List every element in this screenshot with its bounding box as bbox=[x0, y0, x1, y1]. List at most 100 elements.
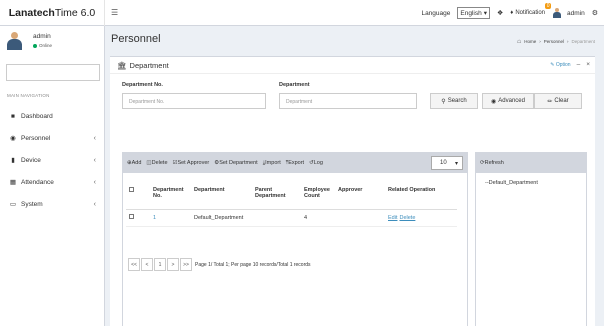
sidebar-item-system[interactable]: ▭ System ‹ bbox=[0, 194, 105, 214]
current-page-button[interactable]: 1 bbox=[154, 258, 166, 271]
select-all-checkbox[interactable] bbox=[129, 187, 134, 192]
dept-label: Department bbox=[279, 82, 310, 88]
clear-button[interactable]: ✏ Clear bbox=[534, 93, 582, 109]
breadcrumb-home[interactable]: Home bbox=[524, 39, 536, 45]
column-header: Related Operation bbox=[385, 184, 457, 210]
search-label: Search bbox=[447, 98, 467, 104]
dashboard-icon: ■ bbox=[11, 112, 15, 120]
department-tree-panel: ⟳Refresh --Default_Department bbox=[475, 152, 587, 326]
cell-count: 4 bbox=[301, 209, 335, 227]
delete-label: Delete bbox=[151, 160, 168, 166]
first-page-button[interactable]: << bbox=[128, 258, 140, 271]
page-size-select[interactable]: 10 ▾ bbox=[431, 156, 463, 170]
box-tools: ✎ Option – × bbox=[550, 61, 590, 68]
user-menu[interactable]: admin bbox=[552, 8, 585, 18]
eraser-icon: ✏ bbox=[547, 98, 553, 105]
app-logo[interactable]: Lanatech Time 6.0 bbox=[0, 0, 105, 26]
brand-name: Lanatech bbox=[8, 7, 55, 19]
edit-link[interactable]: Edit bbox=[388, 215, 397, 221]
table-row: 1 Default_Department 4 Edit Delete bbox=[126, 209, 457, 227]
search-icon: ⚲ bbox=[441, 98, 446, 105]
advanced-label: Advanced bbox=[498, 98, 525, 104]
delete-link[interactable]: Delete bbox=[399, 215, 415, 221]
set-approver-button[interactable]: ☑Set Approver bbox=[173, 160, 210, 166]
chevron-down-icon: ▾ bbox=[454, 160, 458, 167]
dept-no-input[interactable]: Department No. bbox=[122, 93, 266, 109]
column-header[interactable]: Approver bbox=[335, 184, 385, 210]
column-header[interactable]: Employee Count bbox=[301, 184, 335, 210]
breadcrumb: ☖ Home › Personnel › Department bbox=[517, 39, 595, 45]
add-button[interactable]: ⊕Add bbox=[127, 160, 141, 166]
export-button[interactable]: ⤒Export bbox=[286, 160, 304, 167]
select-all-checkbox-cell bbox=[126, 184, 150, 210]
sidebar-search-input[interactable] bbox=[6, 64, 100, 81]
wrench-icon: ✎ bbox=[550, 61, 555, 68]
sidebar-item-label: Dashboard bbox=[21, 112, 53, 120]
sidebar: admin Online MAIN NAVIGATION ■ Dashboard… bbox=[0, 26, 105, 326]
column-header[interactable]: Parent Department bbox=[252, 184, 301, 210]
menu-toggle-icon[interactable]: ☰ bbox=[111, 8, 118, 17]
online-dot-icon bbox=[33, 43, 37, 48]
option-button[interactable]: ✎ Option bbox=[550, 62, 570, 68]
row-checkbox[interactable] bbox=[129, 214, 134, 219]
grid-toolbar: ⊕Add ◫Delete ☑Set Approver ⚙Set Departme… bbox=[123, 153, 467, 173]
sidebar-item-device[interactable]: ▮ Device ‹ bbox=[0, 150, 105, 170]
user-panel: admin Online bbox=[6, 31, 52, 56]
user-name: admin bbox=[33, 33, 51, 40]
advanced-button[interactable]: ◉ Advanced bbox=[482, 93, 534, 109]
box-header: 🏛 Department bbox=[110, 57, 595, 74]
cell-approver bbox=[335, 209, 385, 227]
search-button[interactable]: ⚲ Search bbox=[430, 93, 478, 109]
sidebar-item-dashboard[interactable]: ■ Dashboard bbox=[0, 106, 105, 126]
sidebar-item-label: System bbox=[21, 200, 43, 208]
delete-button[interactable]: ◫Delete bbox=[146, 160, 167, 166]
import-button[interactable]: ⤓Import bbox=[263, 160, 281, 167]
last-page-button[interactable]: >> bbox=[180, 258, 192, 271]
settings-icon[interactable]: ⚙ bbox=[592, 9, 598, 17]
notification-badge: 0 bbox=[545, 3, 552, 9]
device-icon: ▮ bbox=[11, 157, 15, 164]
column-header[interactable]: Department No. bbox=[150, 184, 191, 210]
close-icon[interactable]: × bbox=[586, 61, 590, 68]
column-header[interactable]: Department bbox=[191, 184, 252, 210]
sidebar-item-personnel[interactable]: ◉ Personnel ‹ bbox=[0, 128, 105, 148]
chevron-left-icon: ‹ bbox=[93, 200, 96, 208]
sidebar-item-label: Attendance bbox=[21, 178, 54, 186]
page-size-value: 10 bbox=[440, 160, 447, 166]
cell-parent bbox=[252, 209, 301, 227]
prev-page-button[interactable]: < bbox=[141, 258, 153, 271]
user-status-text: Online bbox=[39, 43, 53, 48]
notification-button[interactable]: ♦ Notification 0 bbox=[510, 3, 552, 16]
chevron-left-icon: ‹ bbox=[93, 134, 96, 142]
cell-department: Default_Department bbox=[191, 209, 252, 227]
main-content: Personnel ☖ Home › Personnel › Departmen… bbox=[105, 26, 604, 326]
department-table: Department No. Department Parent Departm… bbox=[126, 184, 457, 227]
sidebar-item-attendance[interactable]: ▦ Attendance ‹ bbox=[0, 172, 105, 192]
dept-input[interactable]: Department bbox=[279, 93, 417, 109]
language-select[interactable]: English ▾ bbox=[457, 7, 490, 19]
top-navbar: Lanatech Time 6.0 ☰ Language English ▾ ❖ … bbox=[0, 0, 604, 26]
chevron-left-icon: ‹ bbox=[93, 156, 96, 164]
collapse-icon[interactable]: – bbox=[577, 61, 581, 68]
calendar-icon: ▦ bbox=[9, 179, 17, 186]
avatar bbox=[6, 31, 23, 51]
avatar bbox=[552, 8, 562, 18]
department-box: 🏛 Department ✎ Option – × Department No.… bbox=[110, 56, 595, 326]
clear-label: Clear bbox=[554, 98, 569, 104]
user-status: Online bbox=[33, 43, 52, 48]
next-page-button[interactable]: > bbox=[167, 258, 179, 271]
refresh-button[interactable]: ⟳Refresh bbox=[480, 160, 504, 166]
notification-label: Notification bbox=[515, 10, 545, 16]
chevron-down-icon: ▾ bbox=[483, 10, 487, 17]
tree-toolbar: ⟳Refresh bbox=[476, 153, 586, 173]
tree-item-default-department[interactable]: --Default_Department bbox=[485, 180, 538, 186]
nav-header: MAIN NAVIGATION bbox=[7, 93, 50, 98]
set-department-button[interactable]: ⚙Set Department bbox=[214, 160, 257, 166]
log-button[interactable]: ↺Log bbox=[309, 160, 323, 166]
chevron-left-icon: ‹ bbox=[93, 178, 96, 186]
breadcrumb-personnel[interactable]: Personnel bbox=[544, 39, 564, 45]
refresh-label: Refresh bbox=[484, 160, 504, 166]
info-icon[interactable]: ❖ bbox=[497, 9, 503, 17]
sidebar-item-label: Device bbox=[21, 156, 41, 164]
dept-no-label: Department No. bbox=[122, 82, 163, 88]
